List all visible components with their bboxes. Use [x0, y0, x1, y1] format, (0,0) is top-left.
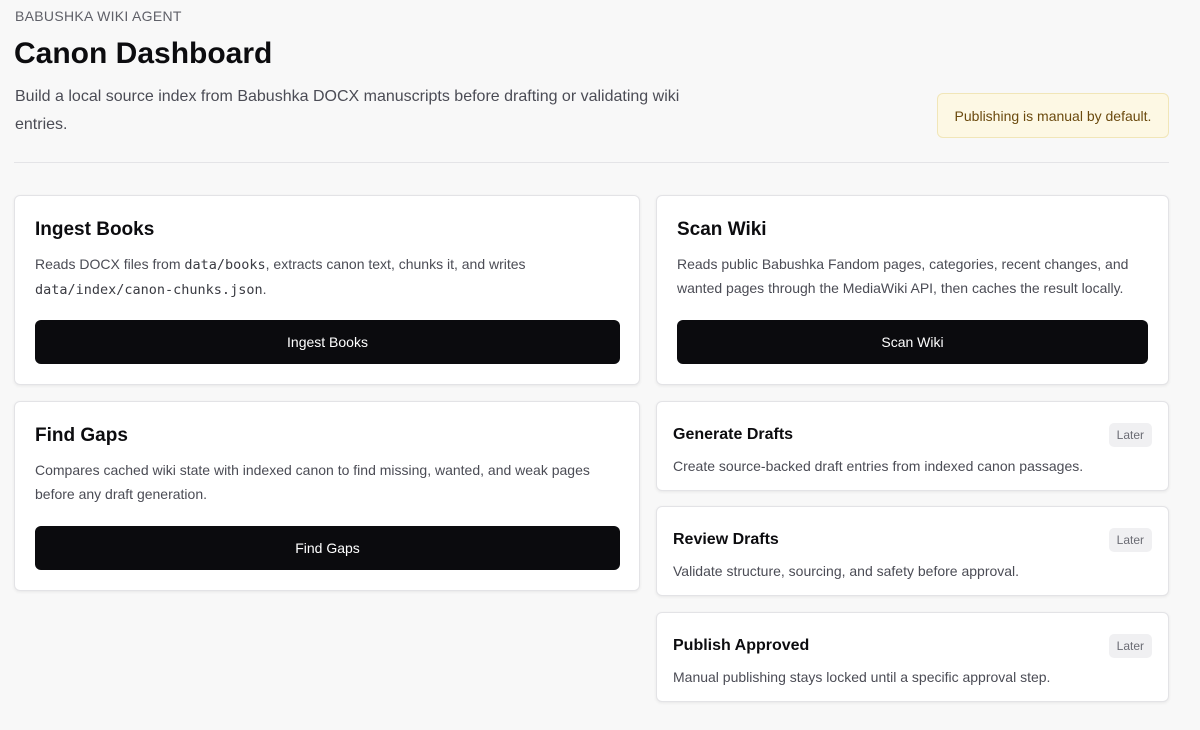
ingest-books-title: Ingest Books — [35, 219, 155, 240]
ingest-books-description: Reads DOCX files from data/books, extrac… — [35, 256, 526, 298]
generate-drafts-description: Create source-backed draft entries from … — [673, 458, 1084, 474]
generate-drafts-title: Generate Drafts — [673, 426, 794, 443]
publish-approved-card: Publish Approved Later Manual publishing… — [656, 612, 1169, 702]
later-badge: Later — [1108, 528, 1152, 552]
page-title: Canon Dashboard — [14, 37, 273, 70]
review-drafts-card: Review Drafts Later Validate structure, … — [656, 506, 1169, 596]
later-badge: Later — [1108, 423, 1152, 447]
publish-approved-title: Publish Approved — [673, 637, 810, 654]
generate-drafts-card: Generate Drafts Later Create source-back… — [656, 401, 1169, 491]
find-gaps-card: Find Gaps Compares cached wiki state wit… — [14, 401, 640, 591]
scan-wiki-title: Scan Wiki — [677, 219, 767, 240]
header-divider — [14, 162, 1169, 163]
find-gaps-description: Compares cached wiki state with indexed … — [35, 462, 590, 502]
review-drafts-description: Validate structure, sourcing, and safety… — [673, 563, 1020, 579]
index-path-code: data/index/canon-chunks.json — [35, 282, 263, 298]
dashboard-page: BABUSHKA WIKI AGENT Canon Dashboard Buil… — [0, 0, 1200, 730]
find-gaps-title: Find Gaps — [35, 425, 128, 446]
scan-wiki-description: Reads public Babushka Fandom pages, cate… — [677, 256, 1129, 296]
find-gaps-button[interactable]: Find Gaps — [35, 526, 620, 570]
publish-approved-description: Manual publishing stays locked until a s… — [673, 669, 1051, 685]
app-eyebrow: BABUSHKA WIKI AGENT — [15, 8, 182, 24]
scan-wiki-card: Scan Wiki Reads public Babushka Fandom p… — [656, 195, 1169, 385]
publishing-notice-text: Publishing is manual by default. — [954, 107, 1152, 124]
books-path-code: data/books — [184, 257, 266, 273]
later-badge: Later — [1108, 634, 1152, 658]
publishing-notice: Publishing is manual by default. — [937, 93, 1169, 138]
scan-wiki-button[interactable]: Scan Wiki — [677, 320, 1148, 364]
ingest-books-button[interactable]: Ingest Books — [35, 320, 620, 364]
review-drafts-title: Review Drafts — [673, 531, 779, 548]
page-subtitle: Build a local source index from Babushka… — [15, 88, 680, 133]
ingest-books-card: Ingest Books Reads DOCX files from data/… — [14, 195, 640, 385]
